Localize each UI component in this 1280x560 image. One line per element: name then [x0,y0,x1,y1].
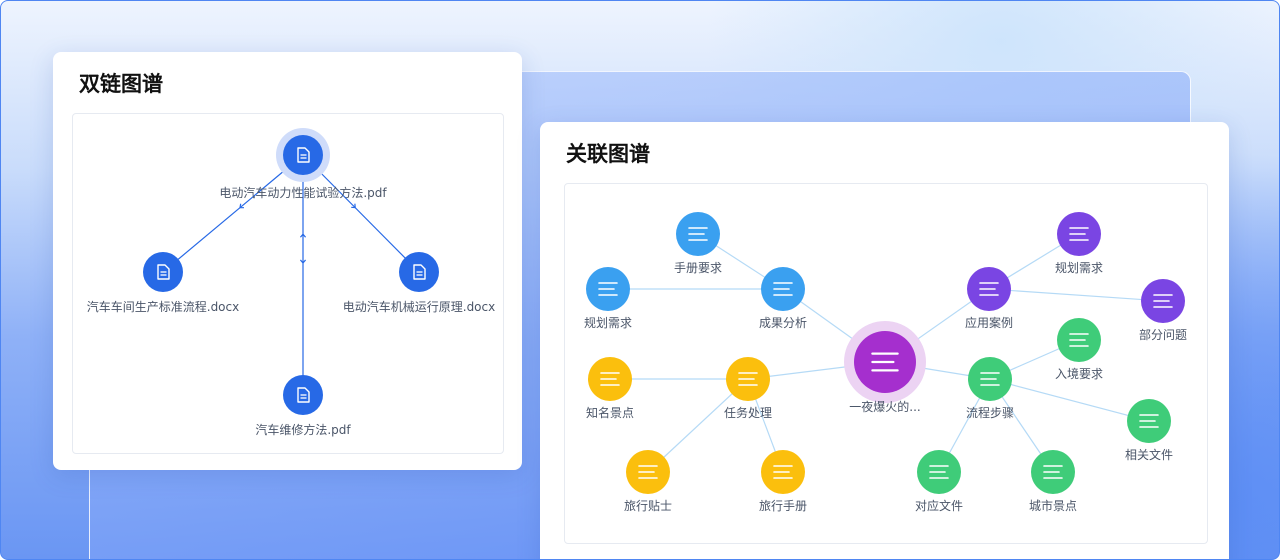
node-label: 旅行贴士 [624,499,672,513]
node-label: 对应文件 [915,498,963,513]
double-link-graph-panel: 电动汽车动力性能试验方法.pdf 汽车车间生产标准流程.docx 电动汽车机械运行原… [72,113,504,454]
graph-node-lcbz[interactable]: 流程步骤 [966,357,1014,420]
node-label: 汽车维修方法.pdf [255,422,351,437]
graph-node-lxtsh[interactable]: 旅行贴士 [624,450,672,513]
node-label: 城市景点 [1029,498,1077,513]
node-label: 任务处理 [724,405,772,420]
node-label: 部分问题 [1139,327,1187,342]
node-label: 旅行手册 [759,499,807,513]
doc-node-root[interactable]: 电动汽车动力性能试验方法.pdf [219,128,387,200]
doc-node-l[interactable]: 汽车车间生产标准流程.docx [87,252,239,314]
graph-node-center[interactable]: 一夜爆火的... [844,321,926,414]
node-label: 汽车车间生产标准流程.docx [87,299,239,314]
node-label: 规划需求 [1055,260,1103,275]
graph-node-scyq[interactable]: 手册要求 [674,212,722,275]
relation-graph-card: 关联图谱 一夜爆火的... 成果分析 手册要求 规划需求 任务处理 知名景点 旅行贴士 旅行手… [540,122,1229,559]
graph-node-csjd[interactable]: 城市景点 [1029,450,1077,513]
double-link-graph-card: 双链图谱 电动汽车动力性能试验方法.pdf 汽车车间生产标准流程.docx 电动汽车… [53,52,522,470]
graph-node-yyal[interactable]: 应用案例 [965,267,1013,330]
double-link-graph: 电动汽车动力性能试验方法.pdf 汽车车间生产标准流程.docx 电动汽车机械运行原… [87,128,495,437]
node-label: 电动汽车动力性能试验方法.pdf [219,185,387,200]
graph-node-ghxq2[interactable]: 规划需求 [1055,212,1103,275]
node-label: 电动汽车机械运行原理.docx [343,299,495,314]
node-layer: 电动汽车动力性能试验方法.pdf 汽车车间生产标准流程.docx 电动汽车机械运行原… [87,128,495,437]
node-label: 知名景点 [586,405,634,420]
graph-node-zmjd[interactable]: 知名景点 [586,357,634,420]
node-label: 成果分析 [759,316,807,330]
doc-node-r[interactable]: 电动汽车机械运行原理.docx [343,252,495,314]
graph-node-cgfx[interactable]: 成果分析 [759,267,807,330]
doc-node-b[interactable]: 汽车维修方法.pdf [255,375,351,437]
node-label: 入境要求 [1055,366,1103,381]
node-label: 相关文件 [1125,447,1173,462]
graph-node-dywj[interactable]: 对应文件 [915,450,963,513]
graph-node-ghxq1[interactable]: 规划需求 [584,267,632,330]
graph-node-rwcl[interactable]: 任务处理 [724,357,772,420]
node-label: 规划需求 [584,315,632,330]
relation-graph-title: 关联图谱 [566,142,650,166]
graph-node-rjyq[interactable]: 入境要求 [1055,318,1103,381]
canvas: 双链图谱 电动汽车动力性能试验方法.pdf 汽车车间生产标准流程.docx 电动汽车… [0,0,1280,560]
relation-graph: 一夜爆火的...成果分析手册要求规划需求任务处理知名景点旅行贴士 旅行手册应用案例… [584,212,1187,513]
graph-node-lxsc[interactable]: 旅行手册 [759,450,807,513]
edge-yyal-bfwt [988,288,1164,302]
node-layer: 一夜爆火的...成果分析手册要求规划需求任务处理知名景点旅行贴士 旅行手册应用案例… [584,212,1187,513]
graph-node-bfwt[interactable]: 部分问题 [1139,279,1187,342]
node-label: 应用案例 [965,315,1013,330]
edge-root-l [162,154,304,273]
graph-node-xgwj[interactable]: 相关文件 [1125,399,1173,462]
node-label: 流程步骤 [966,405,1014,420]
node-label: 一夜爆火的... [849,399,920,414]
double-link-graph-title: 双链图谱 [79,72,163,96]
relation-graph-panel: 一夜爆火的... 成果分析 手册要求 规划需求 任务处理 知名景点 旅行贴士 旅行手册 应用案例… [564,183,1208,544]
node-label: 手册要求 [674,261,722,275]
